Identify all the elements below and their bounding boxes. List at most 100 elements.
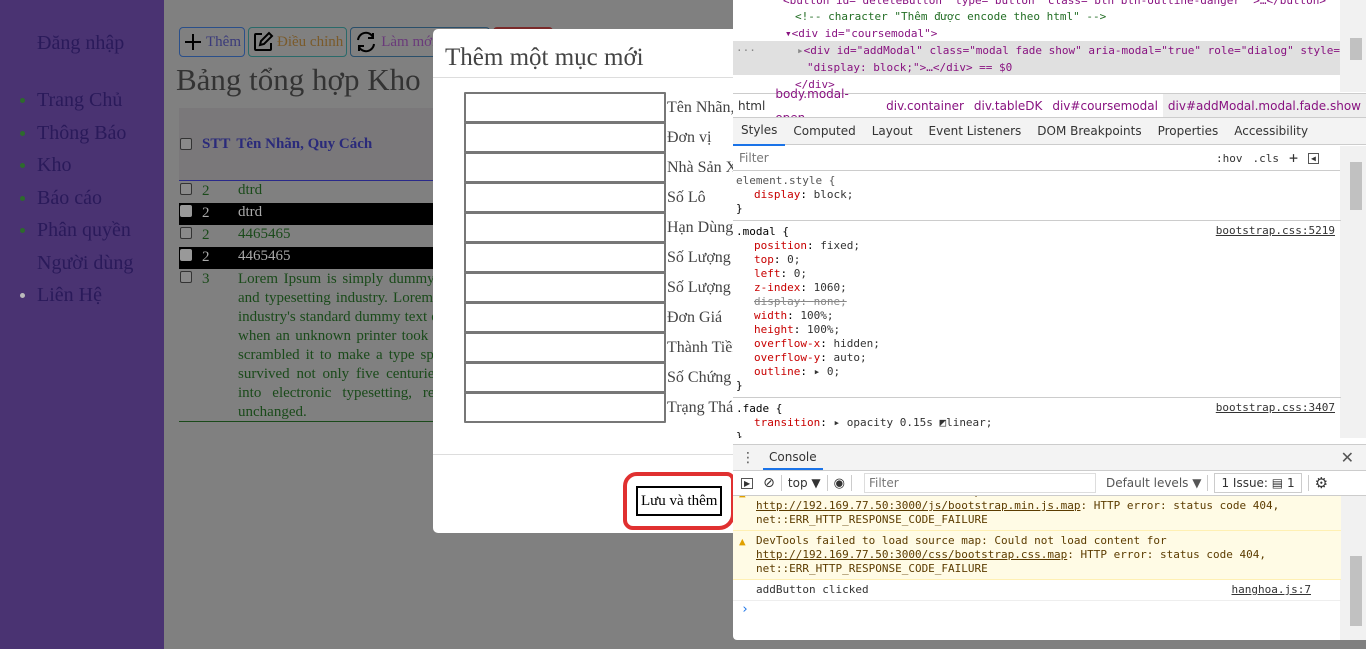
toggle-sidebar-icon[interactable]: ◀ [1308, 152, 1319, 164]
dom-node-coursemodal[interactable]: ▾<div id="coursemodal"> [785, 25, 937, 42]
console-filter-input[interactable]: Filter [863, 473, 1096, 493]
tab-layout[interactable]: Layout [864, 118, 921, 145]
sidebar-toggle-icon[interactable]: ▶ [741, 477, 754, 489]
source-map-link[interactable]: http://192.169.77.50:3000/css/bootstrap.… [756, 548, 1067, 561]
row-checkbox[interactable] [180, 205, 192, 217]
log-levels-dropdown[interactable]: Default levels ▼ [1106, 476, 1202, 490]
styles-filter-bar: Filter :hov .cls + ◀ [733, 146, 1341, 171]
row-checkbox[interactable] [180, 249, 192, 261]
crumb-addmodal[interactable]: div#addModal.modal.fade.show [1162, 93, 1366, 118]
console-scrollbar[interactable] [1340, 496, 1366, 640]
log-source-link[interactable]: hanghoa.js:7 [1232, 583, 1311, 597]
cls-toggle[interactable]: .cls [1253, 152, 1280, 165]
crumb-html[interactable]: html [733, 94, 770, 118]
nav-item-permissions[interactable]: Phân quyền Người dùng [0, 214, 150, 279]
form-input[interactable] [464, 272, 666, 303]
form-input[interactable] [464, 392, 666, 423]
header-stt: STT [202, 135, 231, 152]
nav-item-warehouse[interactable]: Kho [0, 149, 150, 182]
nav-item-contact[interactable]: Liên Hệ [0, 279, 150, 312]
css-property[interactable]: top: 0; [736, 253, 1338, 267]
close-drawer-icon[interactable]: ✕ [1341, 448, 1354, 467]
nav-item-reports[interactable]: Báo cáo [0, 182, 150, 215]
header-name: Tên Nhãn, Quy Cách [236, 135, 373, 152]
form-input[interactable] [464, 212, 666, 243]
tab-dom-breakpoints[interactable]: DOM Breakpoints [1029, 118, 1149, 145]
add-item-modal: Thêm một mục mới Tên Nhãn, Quy Cách Đơn v… [433, 29, 734, 533]
clear-console-icon[interactable]: ⊘ [763, 475, 775, 491]
nav-item-notifications[interactable]: Thông Báo [0, 117, 150, 150]
form-input[interactable] [464, 242, 666, 273]
styles-scrollbar[interactable] [1340, 146, 1366, 438]
add-button[interactable]: Thêm [179, 27, 245, 57]
form-input[interactable] [464, 362, 666, 393]
context-selector[interactable]: top ▼ [788, 476, 821, 490]
row-checkbox[interactable] [180, 227, 192, 239]
form-input[interactable] [464, 122, 666, 153]
modal-footer [433, 454, 734, 455]
new-rule-button[interactable]: + [1289, 149, 1298, 167]
elements-tree: <button id="deleteButton" type="button" … [733, 0, 1366, 92]
crumb-tabledk[interactable]: div.tableDK [969, 94, 1047, 118]
console-warning: ▲ DevTools failed to load source map: Co… [733, 531, 1341, 580]
dom-node-addmodal-cont[interactable]: "display: block;">…</div> == $0 [807, 59, 1012, 76]
form-input[interactable] [464, 92, 666, 123]
form-label: Tên Nhãn, Quy Cách [667, 99, 734, 116]
form-input[interactable] [464, 302, 666, 333]
dom-comment[interactable]: <!-- character "Thêm được encode theo ht… [795, 8, 1106, 25]
console-prompt[interactable]: › [733, 601, 1341, 619]
collapsed-triangle-icon[interactable]: ▸ [797, 44, 804, 57]
form-label: Số Lượng [667, 249, 731, 266]
dom-node-addmodal[interactable]: ▸<div id="addModal" class="modal fade sh… [797, 42, 1340, 59]
drawer-menu-icon[interactable]: ⋮ [733, 450, 763, 466]
tab-accessibility[interactable]: Accessibility [1226, 118, 1316, 145]
plus-icon [185, 34, 201, 50]
modal-title: Thêm một mục mới [433, 29, 734, 78]
form-input[interactable] [464, 332, 666, 363]
css-property[interactable]: overflow-x: hidden; [736, 337, 1338, 351]
console-log: addButton clicked hanghoa.js:7 [733, 580, 1341, 601]
css-property[interactable]: outline: ▸ 0; [736, 365, 1338, 379]
css-property[interactable]: left: 0; [736, 267, 1338, 281]
warning-icon: ▲ [739, 496, 746, 501]
bullet-icon [20, 195, 25, 201]
crumb-container[interactable]: div.container [881, 94, 969, 118]
row-checkbox[interactable] [180, 183, 192, 195]
nav-list: Trang Chủ Thông Báo Kho Báo cáo Phân quy… [0, 84, 150, 312]
elements-scrollbar[interactable] [1340, 0, 1366, 92]
tab-event-listeners[interactable]: Event Listeners [921, 118, 1030, 145]
crumb-coursemodal[interactable]: div#coursemodal [1047, 94, 1163, 118]
css-property[interactable]: z-index: 1060; [736, 281, 1338, 295]
login-link[interactable]: Đăng nhập [37, 32, 124, 55]
live-expression-eye-icon[interactable]: ◉ [834, 476, 845, 491]
rule-fade: bootstrap.css:3407 .fade { transition: ▸… [736, 401, 1335, 438]
issues-button[interactable]: 1 Issue: ▤ 1 [1214, 473, 1302, 493]
tab-styles[interactable]: Styles [733, 117, 786, 146]
source-map-link[interactable]: http://192.169.77.50:3000/js/bootstrap.m… [756, 499, 1081, 512]
red-highlight-annotation [623, 472, 734, 530]
select-all-checkbox[interactable] [180, 138, 192, 150]
add-item-form: Tên Nhãn, Quy Cách Đơn vị Nhà Sản Xuất Số L… [464, 92, 734, 423]
hov-toggle[interactable]: :hov [1216, 152, 1243, 165]
row-checkbox[interactable] [180, 271, 192, 283]
styles-filter-input[interactable]: Filter [736, 148, 1206, 168]
form-input[interactable] [464, 152, 666, 183]
css-property[interactable]: display: none; [736, 295, 1338, 309]
tab-properties[interactable]: Properties [1150, 118, 1227, 145]
source-link[interactable]: bootstrap.css:3407 [1216, 401, 1335, 414]
css-property[interactable]: height: 100%; [736, 323, 1338, 337]
edit-button[interactable]: Điều chỉnh [248, 27, 348, 57]
form-label: Số Lô [667, 189, 706, 206]
sidebar: Đăng nhập Trang Chủ Thông Báo Kho Báo cá… [0, 0, 164, 649]
source-link[interactable]: bootstrap.css:5219 [1216, 224, 1335, 237]
css-property[interactable]: overflow-y: auto; [736, 351, 1338, 365]
settings-gear-icon[interactable]: ⚙ [1315, 474, 1328, 492]
tab-computed[interactable]: Computed [785, 118, 863, 145]
css-property[interactable]: position: fixed; [736, 239, 1338, 253]
tab-console[interactable]: Console [763, 446, 823, 470]
form-input[interactable] [464, 182, 666, 213]
more-icon[interactable]: ··· [736, 42, 756, 59]
css-property[interactable]: width: 100%; [736, 309, 1338, 323]
nav-item-home[interactable]: Trang Chủ [0, 84, 150, 117]
expanded-triangle-icon[interactable]: ▾ [785, 27, 792, 40]
